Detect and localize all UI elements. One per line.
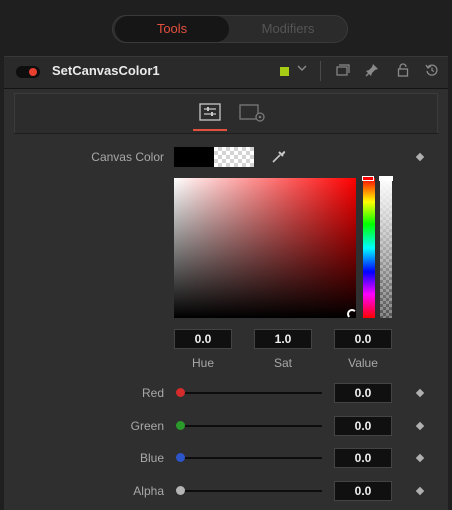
active-tab-underline xyxy=(193,129,227,131)
value-input[interactable]: 0.0 xyxy=(334,329,392,349)
controls-tab-icon[interactable] xyxy=(199,103,221,126)
sat-label: Sat xyxy=(273,356,292,370)
hue-strip[interactable] xyxy=(363,178,375,318)
green-input[interactable]: 0.0 xyxy=(334,416,392,436)
tool-enable-toggle[interactable] xyxy=(16,66,40,78)
reset-icon[interactable] xyxy=(423,60,441,80)
blue-slider-track[interactable] xyxy=(184,457,322,459)
tab-modifiers[interactable]: Modifiers xyxy=(231,16,345,42)
tool-color-swatch[interactable] xyxy=(280,67,289,76)
blue-label: Blue xyxy=(139,451,164,465)
alpha-input[interactable]: 0.0 xyxy=(334,481,392,501)
canvas-alpha-swatch[interactable] xyxy=(214,147,254,167)
versions-icon[interactable] xyxy=(334,60,352,80)
alpha-strip[interactable] xyxy=(380,178,392,318)
green-slider-knob[interactable] xyxy=(176,421,185,430)
tool-name[interactable]: SetCanvasColor1 xyxy=(52,63,160,78)
saturation-value-field[interactable] xyxy=(174,178,356,318)
toggle-dot xyxy=(29,68,37,76)
blue-slider-knob[interactable] xyxy=(176,453,185,462)
picker-cursor[interactable] xyxy=(347,309,357,319)
header-separator xyxy=(320,61,321,81)
tabs-divider xyxy=(14,133,438,134)
red-slider-track[interactable] xyxy=(184,392,322,394)
tab-tools[interactable]: Tools xyxy=(115,16,229,42)
control-tabs-bar xyxy=(14,93,438,133)
tools-modifiers-switch: Tools Modifiers xyxy=(112,15,348,43)
value-label: Value xyxy=(348,356,378,370)
alpha-slider-knob[interactable] xyxy=(176,486,185,495)
hue-handle[interactable] xyxy=(362,176,374,181)
hue-label: Hue xyxy=(191,356,214,370)
canvas-color-label: Canvas Color xyxy=(91,150,164,164)
alpha-handle[interactable] xyxy=(379,176,393,181)
alpha-slider-track[interactable] xyxy=(184,490,322,492)
settings-tab-icon[interactable] xyxy=(239,104,267,127)
pin-icon[interactable] xyxy=(363,60,381,80)
chevron-down-icon[interactable] xyxy=(296,62,308,77)
hue-input[interactable]: 0.0 xyxy=(174,329,232,349)
red-label: Red xyxy=(141,386,164,400)
lock-icon[interactable] xyxy=(394,60,412,80)
blue-input[interactable]: 0.0 xyxy=(334,448,392,468)
green-slider-track[interactable] xyxy=(184,425,322,427)
red-input[interactable]: 0.0 xyxy=(334,383,392,403)
eyedropper-icon[interactable] xyxy=(270,147,288,170)
sat-input[interactable]: 1.0 xyxy=(254,329,312,349)
red-slider-knob[interactable] xyxy=(176,388,185,397)
canvas-color-swatch[interactable] xyxy=(174,147,214,167)
green-label: Green xyxy=(130,419,164,433)
alpha-label: Alpha xyxy=(133,484,164,498)
